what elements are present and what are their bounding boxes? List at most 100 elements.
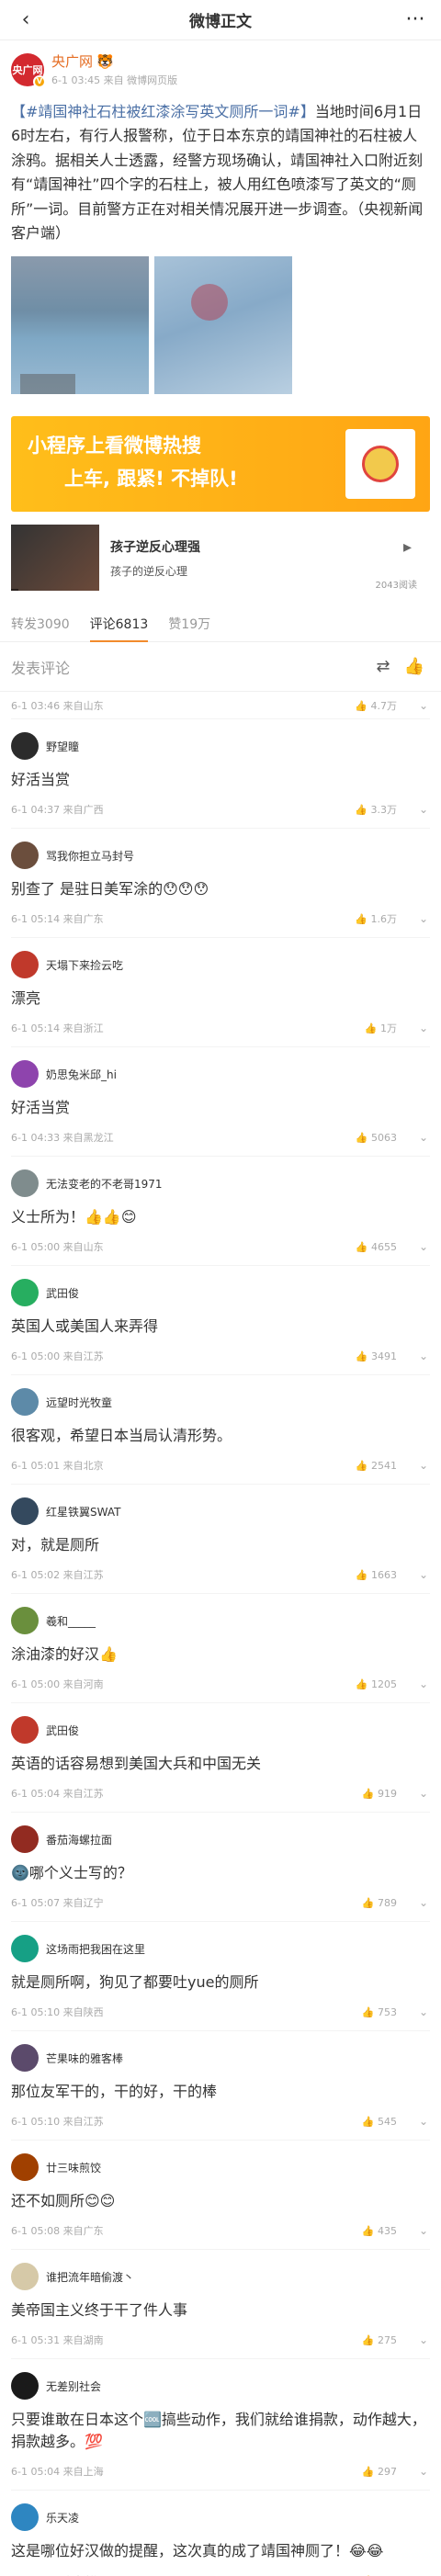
commenter-name[interactable]: 无差别社会 [46,2378,101,2394]
avatar[interactable] [11,842,39,870]
avatar[interactable] [11,1607,39,1635]
comment-like-button[interactable]: 👍 753 [362,2006,397,2018]
list-item: 奶思兔米邱_hi 好活当赏 6-1 04:33 来自黑龙江 👍 5063 ⌄ [11,1047,430,1158]
comment-like-button[interactable]: 👍 5063 [356,1132,397,1144]
chevron-down-icon[interactable]: ⌄ [417,2115,430,2128]
chevron-down-icon[interactable]: ⌄ [417,1568,430,1581]
avatar[interactable] [11,2153,39,2182]
comment-like-button[interactable]: 👍 1205 [356,1678,397,1690]
read-count: 2043阅读 [375,581,417,592]
comment-like-button[interactable]: 👍 297 [362,2466,397,2478]
avatar[interactable] [11,1716,39,1745]
commenter-name[interactable]: 番茄海螺拉面 [46,1832,112,1847]
comment-like-button[interactable]: 👍 435 [362,2225,397,2237]
commenter-name[interactable]: 这场雨把我困在这里 [46,1941,145,1957]
chevron-down-icon[interactable]: ⌄ [417,1787,430,1800]
avatar[interactable] [11,1169,39,1198]
commenter-name[interactable]: 天塌下来捡云吃 [46,957,123,973]
commenter-name[interactable]: 武田俊 [46,1723,79,1738]
commenter-name[interactable]: 无法变老的不老哥1971 [46,1176,163,1192]
comment-like-button[interactable]: 👍 789 [362,1897,397,1909]
comment-like-button[interactable]: 👍 3491 [356,1350,397,1362]
comment-like-button[interactable]: 👍 1万 [365,1021,397,1035]
post-hashtag[interactable]: 【#靖国神社石柱被红漆涂写英文厕所一词#】 [11,103,315,120]
post-body: 【#靖国神社石柱被红漆涂写英文厕所一词#】当地时间6月1日6时左右，有行人报警称… [11,100,430,245]
comment-time: 6-1 05:04 来自上海 [11,2466,104,2479]
avatar[interactable] [11,1825,39,1854]
chevron-down-icon[interactable]: ⌄ [417,1896,430,1909]
vip-icon: 🐯 [96,52,114,70]
comment-text: 英国人或美国人来弄得 [11,1317,159,1336]
mini-program-banner[interactable]: 小程序上看微博热搜 上车, 跟紧! 不掉队! [11,416,430,513]
chevron-down-icon[interactable]: ⌄ [417,1678,430,1690]
commenter-name[interactable]: 骂我你担立马封号 [46,848,134,864]
author-name[interactable]: 央广网 [51,51,93,71]
commenter-name[interactable]: 芒果味的雅客棒 [46,2051,123,2066]
comment-time: 6-1 05:00 来自江苏 [11,1350,104,1363]
back-icon[interactable]: ‹ [11,8,40,31]
comment-input[interactable]: 发表评论 [11,656,368,678]
chevron-down-icon[interactable]: ⌄ [417,1240,430,1253]
avatar[interactable] [11,1279,39,1307]
chevron-down-icon[interactable]: ⌄ [417,2005,430,2018]
top-nav: ‹ 微博正文 ··· [0,0,441,40]
comment-like-button[interactable]: 👍 545 [362,2116,397,2128]
chevron-down-icon[interactable]: ⌄ [417,912,430,925]
list-item: 乐天凌这是哪位好汉做的提醒，这次真的成了靖国神厕了！😂😂6-1 05:31 来自… [11,2491,430,2576]
repost-icon[interactable]: ⇄ [368,657,399,676]
avatar[interactable] [11,1497,39,1526]
post-meta: 6-1 03:45 来自 微博网页版 [51,74,178,86]
commenter-name[interactable]: 武田俊 [46,1285,79,1301]
tab-likes[interactable]: 赞19万 [168,607,210,642]
chevron-down-icon[interactable]: ⌄ [417,2224,430,2237]
commenter-name[interactable]: 远望时光牧童 [46,1395,112,1410]
avatar[interactable] [11,732,39,761]
weibo-post: 央广网 V 央广网 🐯 6-1 03:45 来自 微博网页版 【#靖国神社石柱被红… [0,40,441,403]
comment-like-button[interactable]: 👍 3.3万 [355,802,397,817]
commenter-name[interactable]: 廿三味煎饺 [46,2160,101,2175]
commenter-name[interactable]: 谁把流年暗偷渡丶 [46,2269,134,2285]
comment-text: 好活当赏 [11,771,71,789]
commenter-name[interactable]: 奶思兔米邱_hi [46,1067,117,1082]
post-image-1[interactable] [11,256,149,395]
post-author[interactable]: 央广网 V 央广网 🐯 6-1 03:45 来自 微博网页版 [11,51,430,88]
avatar[interactable] [11,2503,39,2532]
comment-like-button[interactable]: 👍 275 [362,2334,397,2346]
chevron-down-icon[interactable]: ⌄ [417,2465,430,2478]
commenter-name[interactable]: 乐天凌 [46,2510,79,2525]
chevron-down-icon[interactable]: ⌄ [417,803,430,816]
video-title: 孩子逆反心理强 [110,539,200,555]
avatar[interactable] [11,1060,39,1089]
comment-like-button[interactable]: 👍 4655 [356,1241,397,1253]
like-icon[interactable]: 👍 [399,657,430,676]
avatar[interactable] [11,951,39,979]
chevron-down-icon[interactable]: ⌄ [417,1350,430,1362]
author-avatar[interactable]: 央广网 V [11,52,46,88]
avatar[interactable] [11,1935,39,1963]
shared-video-card[interactable]: 孩子逆反心理强 孩子的逆反心理 ▸ 2043阅读 [11,525,430,592]
more-icon[interactable]: ··· [401,8,430,31]
list-item: 红星铁翼SWAT 对，就是厕所 6-1 05:02 来自江苏 👍 1663 ⌄ [11,1485,430,1595]
avatar[interactable] [11,2044,39,2073]
comment-like-button[interactable]: 👍 1.6万 [355,911,397,926]
comment-like-button[interactable]: 👍 1663 [356,1569,397,1581]
comment-like-button[interactable]: 👍 2541 [356,1460,397,1472]
comment-like-button[interactable]: 👍 919 [362,1788,397,1800]
post-image-2[interactable] [154,256,292,395]
tab-comments[interactable]: 评论6813 [89,607,148,642]
commenter-name[interactable]: 红星铁翼SWAT [46,1504,120,1520]
avatar[interactable] [11,1388,39,1417]
chevron-down-icon[interactable]: ⌄ [417,1022,430,1034]
chevron-down-icon[interactable]: ⌄ [417,1459,430,1472]
chevron-down-icon[interactable]: ⌄ [417,2333,430,2346]
play-icon[interactable]: ▸ [403,537,412,557]
avatar[interactable] [11,2372,39,2401]
video-thumbnail[interactable] [11,525,99,592]
avatar[interactable] [11,2263,39,2291]
commenter-name[interactable]: 野望瞳 [46,739,79,754]
chevron-down-icon[interactable]: ⌄ [417,1131,430,1144]
comment-like-button[interactable]: 👍 4.7万 [355,698,397,713]
commenter-name[interactable]: 羲和_____ [46,1613,96,1629]
chevron-down-icon[interactable]: ⌄ [417,699,430,712]
tab-reposts[interactable]: 转发3090 [11,607,70,642]
